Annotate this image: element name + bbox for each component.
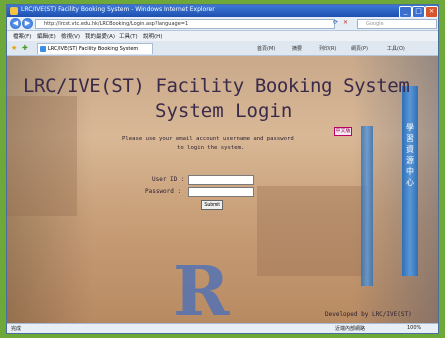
tab-booking-system[interactable]: LRC/IVE(ST) Facility Booking System <box>37 43 153 54</box>
security-zone: 近端內部網路 <box>335 326 366 332</box>
instruction-text: Please use your email account username a… <box>122 136 294 142</box>
menu-view[interactable]: 檢視(V) <box>61 32 80 40</box>
background-shelf <box>7 96 77 216</box>
decorative-letter: R <box>173 252 230 323</box>
status-text: 完成 <box>11 326 22 332</box>
menu-file[interactable]: 檔案(F) <box>13 32 31 40</box>
tab-bar: ★ ✚ LRC/IVE(ST) Facility Booking System … <box>7 41 438 56</box>
back-button[interactable]: ◀ <box>10 18 21 29</box>
menu-bar: 檔案(F) 編輯(E) 檢視(V) 我的最愛(A) 工具(T) 說明(H) <box>7 31 438 41</box>
browser-window: LRC/IVE(ST) Facility Booking System - Wi… <box>6 4 439 334</box>
menu-favorites[interactable]: 我的最愛(A) <box>85 32 115 40</box>
submit-button[interactable]: Submit <box>201 200 223 210</box>
home-button[interactable]: 首頁(M) <box>257 45 275 52</box>
add-favorite-icon[interactable]: ✚ <box>22 44 28 52</box>
browser-app-icon <box>10 7 18 15</box>
password-field[interactable] <box>188 187 254 197</box>
user-id-label: User ID : <box>152 176 185 183</box>
search-input[interactable]: Google <box>357 19 437 29</box>
favorites-star-icon[interactable]: ★ <box>11 44 17 52</box>
feeds-button[interactable]: 摘要 <box>292 45 302 52</box>
url-input[interactable]: http://lrcst.vtc.edu.hk/LRCBooking/Login… <box>35 19 335 29</box>
status-bar: 完成 近端內部網路 100% <box>7 323 438 333</box>
stop-icon[interactable]: ✕ <box>343 19 348 26</box>
title-bar: LRC/IVE(ST) Facility Booking System - Wi… <box>7 5 438 18</box>
print-button[interactable]: 列印(R) <box>319 45 336 52</box>
menu-help[interactable]: 說明(H) <box>143 32 162 40</box>
page-title: LRC/IVE(ST) Facility Booking System <box>23 75 410 97</box>
forward-button[interactable]: ▶ <box>22 18 33 29</box>
background-shelf <box>257 186 367 276</box>
address-bar: ◀ ▶ http://lrcst.vtc.edu.hk/LRCBooking/L… <box>7 17 438 31</box>
user-id-field[interactable] <box>188 175 254 185</box>
pillar-sign-text: 學習資源中心 <box>406 123 414 187</box>
language-link[interactable]: 中文版 <box>334 127 352 136</box>
refresh-icon[interactable]: ⟳ <box>333 19 338 26</box>
tools-button[interactable]: 工具(O) <box>387 45 405 52</box>
password-label: Password : <box>145 188 182 195</box>
page-subtitle: System Login <box>155 100 293 122</box>
menu-tools[interactable]: 工具(T) <box>119 32 138 40</box>
window-title: LRC/IVE(ST) Facility Booking System - Wi… <box>21 6 215 13</box>
instruction-text-2: to login the system. <box>177 145 245 151</box>
page-button[interactable]: 網頁(P) <box>351 45 368 52</box>
footer-credit: Developed by LRC/IVE(ST) <box>325 311 412 318</box>
background-pillar <box>361 126 373 286</box>
tab-label: LRC/IVE(ST) Facility Booking System <box>48 46 139 52</box>
zoom-level[interactable]: 100% <box>407 325 421 331</box>
menu-edit[interactable]: 編輯(E) <box>37 32 56 40</box>
page-favicon-icon <box>40 46 46 52</box>
